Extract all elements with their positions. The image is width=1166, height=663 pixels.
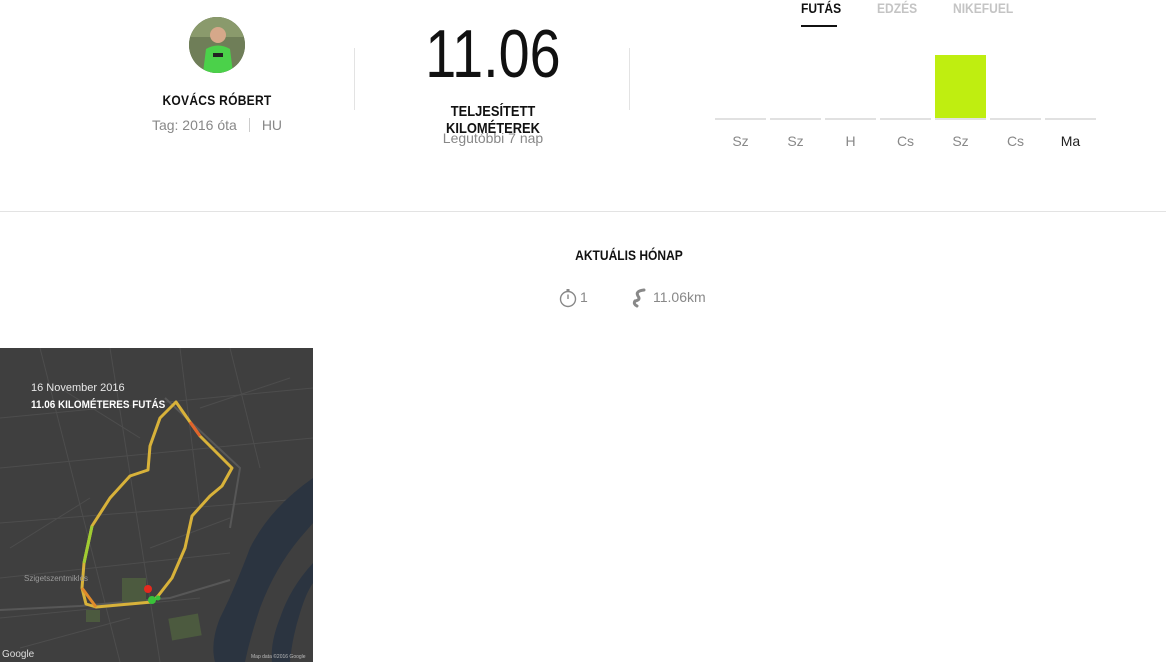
month-distance: 11.06km bbox=[653, 289, 706, 305]
google-logo: Google bbox=[2, 649, 35, 660]
chart-bar-slot bbox=[770, 40, 821, 120]
route-icon bbox=[631, 288, 651, 311]
chart-bar-baseline bbox=[935, 118, 986, 120]
member-since: Tag: 2016 óta bbox=[151, 117, 237, 133]
section-divider bbox=[0, 211, 1166, 212]
chart-day-label: Sz bbox=[952, 133, 969, 149]
tab-running[interactable]: FUTÁS bbox=[801, 0, 841, 16]
chart-day-label: H bbox=[845, 133, 856, 149]
chart-bar-slot bbox=[990, 40, 1041, 120]
chart-bar-slot bbox=[880, 40, 931, 120]
divider-right bbox=[629, 48, 630, 110]
chart-bar-baseline bbox=[825, 118, 876, 120]
stopwatch-icon bbox=[558, 288, 578, 311]
chart-bar-baseline bbox=[990, 118, 1041, 120]
tab-training[interactable]: EDZÉS bbox=[877, 0, 917, 16]
avatar[interactable] bbox=[189, 17, 245, 73]
activity-date: 16 November 2016 bbox=[31, 382, 125, 394]
profile-name: KOVÁCS RÓBERT bbox=[162, 92, 272, 108]
map-place-label: Szigetszentmiklós bbox=[24, 574, 88, 583]
period-label: Legutóbbi 7 nap bbox=[442, 130, 544, 146]
tab-nikefuel[interactable]: NIKEFUEL bbox=[953, 0, 1013, 16]
map-credit: Map data ©2016 Google bbox=[251, 654, 306, 660]
total-km-value: 11.06 bbox=[425, 16, 561, 92]
profile-meta: Tag: 2016 óta HU bbox=[117, 117, 317, 133]
chart-day-label: Sz bbox=[732, 133, 749, 149]
month-title: AKTUÁLIS HÓNAP bbox=[575, 247, 683, 263]
chart-bar-baseline bbox=[770, 118, 821, 120]
route-map: Szigetszentmiklós bbox=[0, 348, 313, 662]
chart-day-label: Ma bbox=[1060, 133, 1081, 149]
chart-day-label: Sz bbox=[787, 133, 804, 149]
chart-bar-baseline bbox=[1045, 118, 1096, 120]
chart-bar-slot bbox=[715, 40, 766, 120]
activity-title: 11.06 KILOMÉTERES FUTÁS bbox=[31, 399, 166, 411]
weekly-chart: Sz Sz H Cs Sz Cs Ma bbox=[715, 40, 1100, 160]
country: HU bbox=[261, 117, 283, 133]
chart-bar-slot bbox=[935, 40, 986, 120]
chart-bar-baseline bbox=[880, 118, 931, 120]
chart-bar-slot bbox=[1045, 40, 1096, 120]
chart-bar-baseline bbox=[715, 118, 766, 120]
meta-separator bbox=[248, 118, 250, 132]
chart-day-label: Cs bbox=[896, 133, 915, 149]
chart-bar[interactable] bbox=[935, 55, 986, 118]
divider-left bbox=[354, 48, 355, 110]
runs-count: 1 bbox=[580, 289, 588, 305]
chart-day-label: Cs bbox=[1006, 133, 1025, 149]
active-tab-indicator bbox=[801, 25, 837, 27]
activity-map-card[interactable]: Szigetszentmiklós 16 November 2016 11.06… bbox=[0, 348, 313, 662]
chart-bar-slot bbox=[825, 40, 876, 120]
